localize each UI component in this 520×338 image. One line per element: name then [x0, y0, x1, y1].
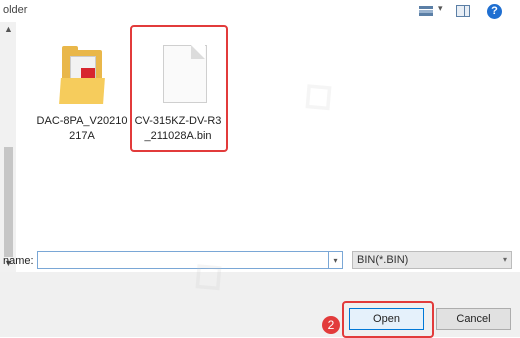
help-icon[interactable]: ?: [487, 4, 502, 19]
step-badge: 2: [322, 316, 340, 334]
chevron-down-icon[interactable]: ▾: [438, 3, 443, 14]
folder-breadcrumb: older: [3, 4, 28, 16]
file-list: DAC-8PA_V20210217A CV-315KZ-DV-R3_211028…: [16, 22, 520, 272]
filetype-select[interactable]: BIN(*.BIN) ▾: [352, 251, 512, 269]
toolbar: older ▾ ?: [0, 0, 520, 22]
filename-input[interactable]: [37, 251, 329, 269]
chevron-down-icon[interactable]: ▾: [329, 251, 343, 269]
chevron-down-icon: ▾: [502, 255, 507, 264]
selection-highlight: [130, 25, 228, 152]
filetype-value: BIN(*.BIN): [357, 254, 409, 266]
folder-icon: [52, 40, 112, 110]
scroll-thumb[interactable]: [4, 147, 13, 257]
cancel-button[interactable]: Cancel: [436, 308, 511, 330]
file-item-folder[interactable]: DAC-8PA_V20210217A: [36, 32, 128, 144]
open-button[interactable]: Open: [349, 308, 424, 330]
preview-pane-icon[interactable]: [456, 5, 470, 17]
filename-label: name:: [3, 255, 34, 267]
scroll-up-icon[interactable]: ▲: [4, 24, 13, 34]
file-item-label: DAC-8PA_V20210217A: [36, 115, 128, 142]
vertical-scrollbar[interactable]: ▲ ▼: [0, 22, 16, 272]
view-details-icon[interactable]: [419, 6, 433, 16]
